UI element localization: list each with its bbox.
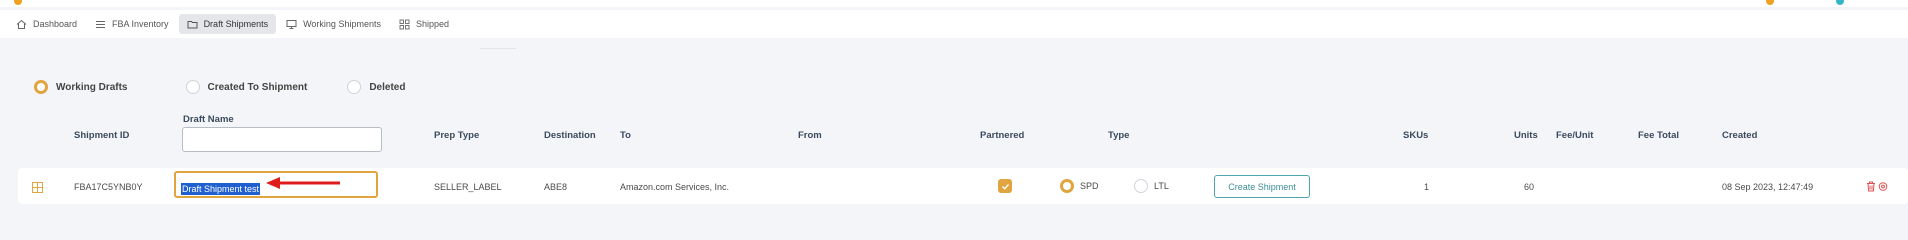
nav-item-working-shipments[interactable]: Working Shipments xyxy=(278,14,389,34)
cell-created: 08 Sep 2023, 12:47:49 xyxy=(1722,182,1814,192)
header-fee-total: Fee Total xyxy=(1638,130,1679,141)
monitor-icon xyxy=(286,19,297,30)
header-created: Created xyxy=(1722,130,1758,141)
draft-name-selected-text: Draft Shipment test xyxy=(181,183,261,195)
header-skus: SKUs xyxy=(1403,130,1429,141)
filter-created-to-shipment[interactable]: Created To Shipment xyxy=(185,80,308,94)
nav-item-label: Draft Shipments xyxy=(203,19,269,29)
header-destination: Destination xyxy=(544,130,596,141)
header-prep-type: Prep Type xyxy=(434,130,480,141)
main-nav: Dashboard FBA Inventory Draft Shipments … xyxy=(0,10,1908,38)
radio-selected-icon xyxy=(34,80,48,94)
restore-icon[interactable] xyxy=(1878,179,1888,197)
nav-item-label: Shipped xyxy=(415,19,449,29)
type-radio-spd[interactable]: SPD xyxy=(1060,179,1099,193)
nav-item-shipped[interactable]: Shipped xyxy=(391,14,457,34)
home-icon xyxy=(16,19,27,30)
draft-name-filter-input[interactable] xyxy=(182,127,382,152)
radio-icon xyxy=(347,80,362,94)
radio-icon xyxy=(185,80,200,94)
filter-working-drafts[interactable]: Working Drafts xyxy=(34,80,128,94)
row-actions xyxy=(1866,179,1888,197)
table-row: FBA17C5YNB0Y Draft Shipment test SELLER_… xyxy=(18,168,1908,204)
top-bar xyxy=(0,0,1908,7)
filter-deleted[interactable]: Deleted xyxy=(347,80,405,94)
radio-icon xyxy=(1134,179,1148,193)
header-type: Type xyxy=(1108,130,1130,141)
cell-destination: ABE8 xyxy=(544,182,568,192)
draft-status-filter: Working Drafts Created To Shipment Delet… xyxy=(34,80,405,94)
header-draft-name: Draft Name xyxy=(183,114,234,125)
header-fee-unit: Fee/Unit xyxy=(1556,130,1594,141)
cell-shipment-id: FBA17C5YNB0Y xyxy=(74,182,143,192)
nav-item-fba-inventory[interactable]: FBA Inventory xyxy=(87,14,177,34)
red-arrow-annotation xyxy=(266,177,340,189)
grid-icon xyxy=(399,19,410,30)
type-radio-ltl[interactable]: LTL xyxy=(1134,179,1169,193)
nav-item-label: Dashboard xyxy=(33,19,78,29)
cell-to: Amazon.com Services, Inc. xyxy=(620,182,730,192)
filter-label: Created To Shipment xyxy=(207,81,308,93)
nav-item-label: Working Shipments xyxy=(303,19,381,29)
list-icon xyxy=(95,19,106,30)
header-to: To xyxy=(620,130,631,141)
header-shipment-id: Shipment ID xyxy=(74,130,130,141)
cell-units: 60 xyxy=(1524,182,1535,192)
type-label: SPD xyxy=(1080,181,1099,191)
cell-skus: 1 xyxy=(1424,182,1430,192)
folder-icon xyxy=(187,19,198,30)
expand-row-icon[interactable] xyxy=(32,180,43,198)
partnered-checkbox[interactable] xyxy=(998,179,1012,193)
delete-icon[interactable] xyxy=(1866,179,1876,197)
nav-item-draft-shipments[interactable]: Draft Shipments xyxy=(178,14,277,34)
check-icon xyxy=(1001,183,1009,190)
cell-prep-type: SELLER_LABEL xyxy=(434,182,502,192)
filter-label: Deleted xyxy=(369,81,406,93)
nav-item-dashboard[interactable]: Dashboard xyxy=(8,14,85,34)
nav-item-label: FBA Inventory xyxy=(112,19,169,29)
header-from: From xyxy=(798,130,822,141)
radio-selected-icon xyxy=(1060,179,1074,193)
type-label: LTL xyxy=(1154,181,1169,191)
create-shipment-button[interactable]: Create Shipment xyxy=(1214,175,1310,198)
draft-shipments-panel: Working Drafts Created To Shipment Delet… xyxy=(18,62,1908,210)
filter-label: Working Drafts xyxy=(56,81,128,93)
divider xyxy=(480,48,516,49)
header-partnered: Partnered xyxy=(980,130,1025,141)
header-units: Units xyxy=(1514,130,1538,141)
